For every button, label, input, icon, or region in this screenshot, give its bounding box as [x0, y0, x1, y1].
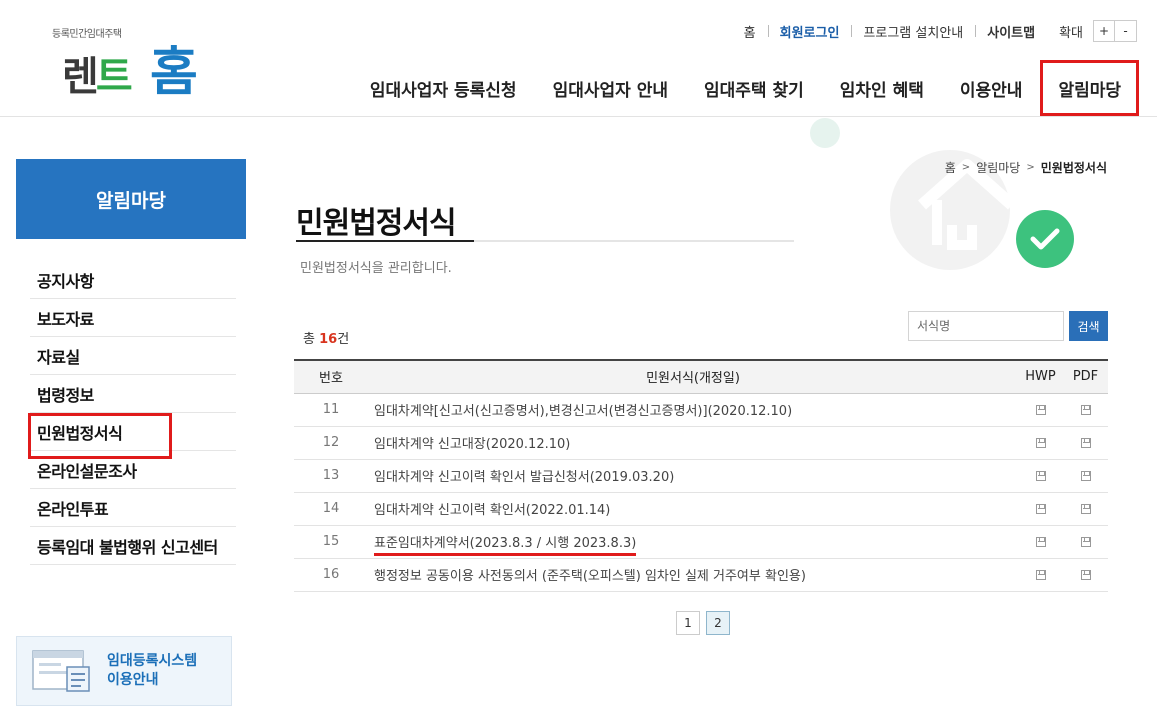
table-row: 15 표준임대차계약서(2023.8.3 / 시행 2023.8.3) — [294, 525, 1108, 559]
hwp-download-icon[interactable] — [1035, 503, 1046, 514]
row-title-highlighted[interactable]: 표준임대차계약서(2023.8.3 / 시행 2023.8.3) — [374, 536, 637, 556]
col-header-no: 번호 — [319, 371, 343, 387]
breadcrumb-separator: > — [1026, 162, 1035, 173]
row-number: 12 — [294, 426, 368, 460]
pdf-download-icon[interactable] — [1080, 470, 1091, 481]
util-home-link[interactable]: 홈 — [732, 22, 768, 41]
breadcrumb: 홈 > 알림마당 > 민원법정서식 — [945, 159, 1107, 176]
hwp-download-icon[interactable] — [1035, 437, 1046, 448]
table-row: 14 임대차계약 신고이력 확인서(2022.01.14) — [294, 492, 1108, 526]
page-description: 민원법정서식을 관리합니다. — [300, 261, 452, 276]
hwp-download-icon[interactable] — [1035, 569, 1046, 580]
page-button-1[interactable]: 1 — [676, 611, 700, 635]
row-title[interactable]: 임대차계약 신고이력 확인서(2022.01.14) — [368, 492, 1018, 526]
col-header-pdf: PDF — [1072, 369, 1099, 385]
table-row: 12 임대차계약 신고대장(2020.12.10) — [294, 426, 1108, 460]
search-button[interactable]: 검색 — [1069, 311, 1108, 341]
row-number: 11 — [294, 393, 368, 427]
pdf-download-icon[interactable] — [1080, 404, 1091, 415]
logo-tagline: 등록민간임대주택 — [52, 29, 122, 40]
title-divider — [296, 240, 794, 242]
sidebar-menu: 공지사항 보도자료 자료실 법령정보 민원법정서식 온라인설문조사 온라인투표 … — [28, 261, 236, 565]
row-number: 13 — [294, 459, 368, 493]
table-row: 13 임대차계약 신고이력 확인서 발급신청서(2019.03.20) — [294, 459, 1108, 493]
search-input[interactable] — [908, 311, 1064, 341]
hwp-download-icon[interactable] — [1035, 470, 1046, 481]
banner-text: 임대등록시스템 이용안내 — [107, 652, 197, 690]
sidebar-item-report-center[interactable]: 등록임대 불법행위 신고센터 — [30, 527, 236, 565]
row-number: 16 — [294, 558, 368, 592]
table-row: 11 임대차계약[신고서(신고증명서),변경신고서(변경신고증명서)](2020… — [294, 393, 1108, 427]
page-button-2-current[interactable]: 2 — [706, 611, 730, 635]
logo-brand-c: 홈 — [150, 43, 198, 103]
system-guide-banner[interactable]: 임대등록시스템 이용안내 — [16, 636, 232, 706]
zoom-label: 확대 — [1059, 25, 1083, 41]
breadcrumb-current: 민원법정서식 — [1040, 161, 1107, 175]
util-program-link[interactable]: 프로그램 설치안내 — [851, 22, 975, 41]
nav-item-find-housing[interactable]: 임대주택 찾기 — [686, 60, 822, 116]
pdf-download-icon[interactable] — [1080, 569, 1091, 580]
document-guide-icon — [32, 650, 90, 692]
hwp-download-icon[interactable] — [1035, 404, 1046, 415]
utility-nav: 홈 회원로그인 프로그램 설치안내 사이트맵 확대 + - — [732, 20, 1137, 42]
row-number: 15 — [294, 525, 368, 559]
nav-item-business-guide[interactable]: 임대사업자 안내 — [535, 60, 686, 116]
logo-brand: 렌트 홈 — [62, 43, 198, 103]
nav-item-tenant-benefits[interactable]: 임차인 혜택 — [822, 60, 942, 116]
logo-brand-b: 트 — [95, 54, 133, 100]
banner-line2: 이용안내 — [107, 672, 159, 688]
pdf-download-icon[interactable] — [1080, 536, 1091, 547]
nav-item-usage-guide[interactable]: 이용안내 — [942, 60, 1041, 116]
zoom-in-button[interactable]: + — [1093, 20, 1115, 42]
banner-line1: 임대등록시스템 — [107, 653, 198, 669]
sidebar-item-archive[interactable]: 자료실 — [30, 337, 236, 375]
sidebar-item-laws[interactable]: 법령정보 — [30, 375, 236, 413]
pdf-download-icon[interactable] — [1080, 503, 1091, 514]
row-number: 14 — [294, 492, 368, 526]
sidebar-title: 알림마당 — [16, 159, 246, 239]
site-header: 등록민간임대주택 렌트 홈 홈 회원로그인 프로그램 설치안내 사이트맵 확대 +… — [0, 0, 1157, 117]
logo-brand-a: 렌 — [62, 54, 99, 100]
table-header-row: 번호 민원서식(개정일) HWP PDF — [294, 360, 1108, 393]
sidebar-item-vote[interactable]: 온라인투표 — [30, 489, 236, 527]
breadcrumb-home[interactable]: 홈 — [945, 159, 956, 176]
util-sitemap-link[interactable]: 사이트맵 — [975, 22, 1047, 41]
decor-circle — [810, 118, 840, 148]
nav-item-register[interactable]: 임대사업자 등록신청 — [352, 60, 535, 116]
nav-item-notice[interactable]: 알림마당 — [1040, 60, 1139, 116]
breadcrumb-parent[interactable]: 알림마당 — [976, 159, 1020, 176]
row-title[interactable]: 행정정보 공동이용 사전동의서 (준주택(오피스텔) 임차인 실제 거주여부 확… — [368, 558, 1018, 592]
row-title[interactable]: 임대차계약 신고이력 확인서 발급신청서(2019.03.20) — [368, 459, 1018, 493]
sidebar-item-legal-forms[interactable]: 민원법정서식 — [28, 413, 236, 459]
site-logo[interactable]: 등록민간임대주택 렌트 홈 — [52, 22, 202, 103]
row-title[interactable]: 임대차계약 신고대장(2020.12.10) — [368, 426, 1018, 460]
sidebar-item-survey[interactable]: 온라인설문조사 — [30, 451, 236, 489]
util-login-link[interactable]: 회원로그인 — [767, 22, 852, 41]
hwp-download-icon[interactable] — [1035, 536, 1046, 547]
pdf-download-icon[interactable] — [1080, 437, 1091, 448]
page-title: 민원법정서식 — [296, 206, 457, 241]
sidebar-item-notices[interactable]: 공지사항 — [30, 261, 236, 299]
total-number: 16 — [319, 332, 338, 347]
breadcrumb-separator: > — [961, 162, 971, 173]
main-nav: 임대사업자 등록신청 임대사업자 안내 임대주택 찾기 임차인 혜택 이용안내 … — [352, 60, 1139, 116]
total-count: 총 16건 — [303, 332, 350, 347]
sidebar-item-press[interactable]: 보도자료 — [30, 299, 236, 337]
col-header-title: 민원서식(개정일) — [646, 371, 740, 387]
table-row: 16 행정정보 공동이용 사전동의서 (준주택(오피스텔) 임차인 실제 거주여… — [294, 558, 1108, 592]
forms-table: 번호 민원서식(개정일) HWP PDF 11 임대차계약[신고서(신고증명서)… — [294, 359, 1108, 592]
col-header-hwp: HWP — [1025, 369, 1056, 385]
pagination: 1 2 — [676, 611, 730, 635]
zoom-out-button[interactable]: - — [1115, 20, 1137, 42]
check-icon — [1016, 210, 1074, 268]
row-title[interactable]: 임대차계약[신고서(신고증명서),변경신고서(변경신고증명서)](2020.12… — [368, 393, 1018, 427]
